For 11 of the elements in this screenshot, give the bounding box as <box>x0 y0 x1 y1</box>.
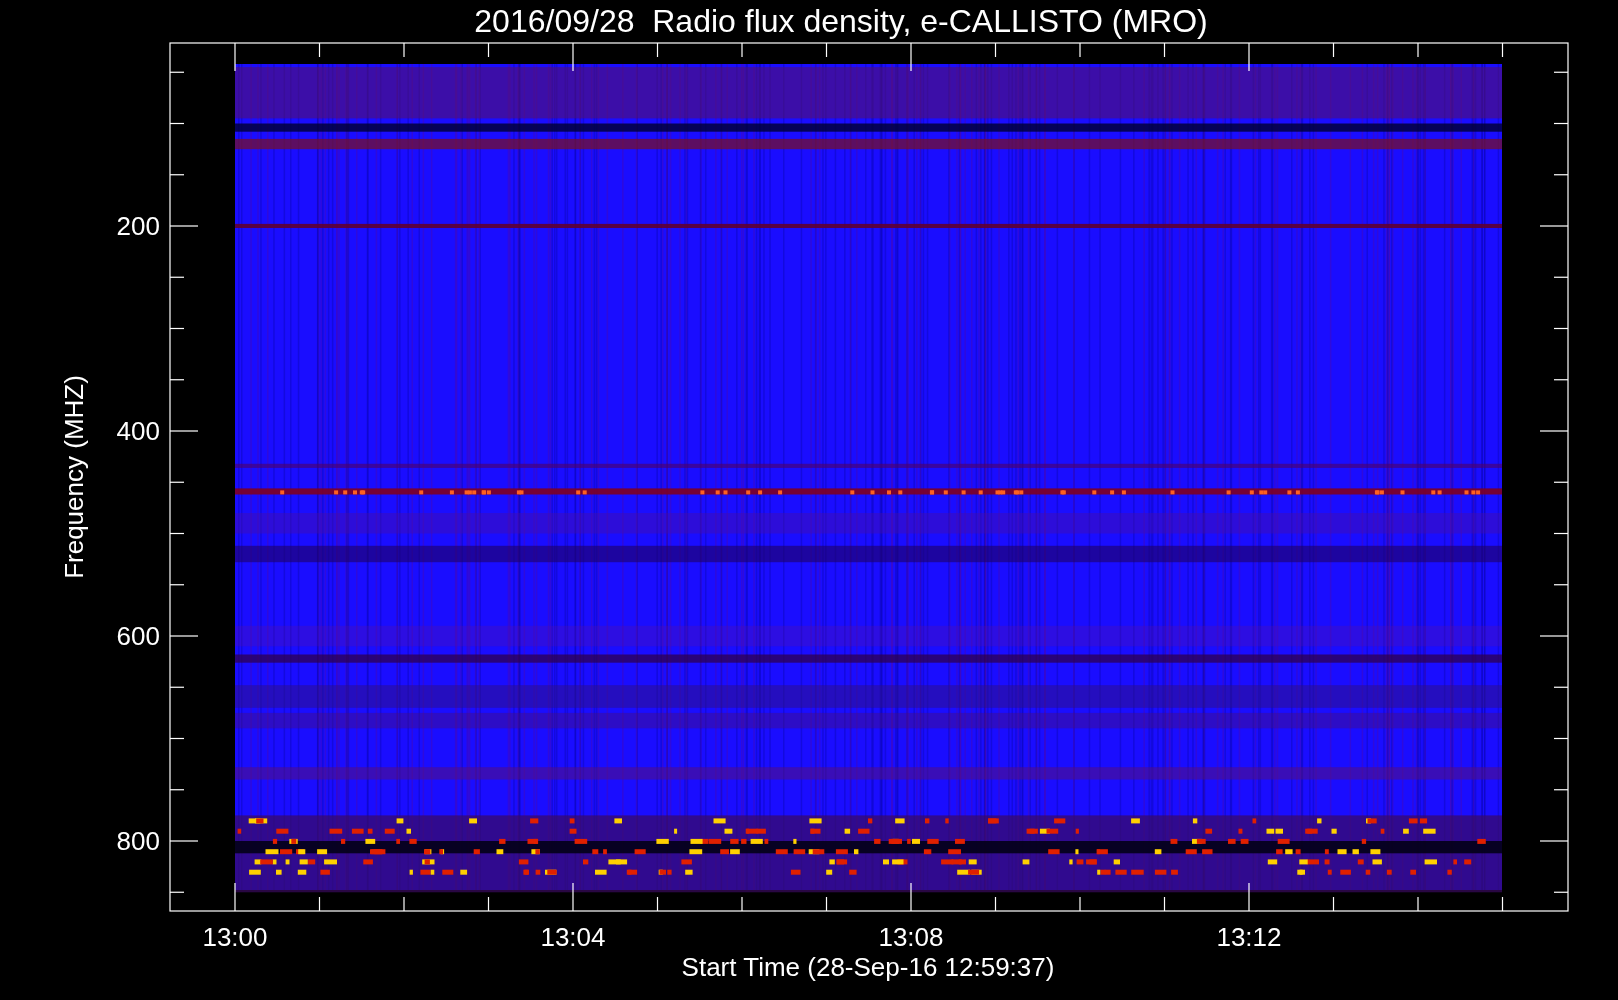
y-tick-label: 400 <box>116 416 160 446</box>
x-tick-label: 13:00 <box>202 922 268 952</box>
x-tick-label: 13:08 <box>878 922 944 952</box>
chart-title: 2016/09/28 Radio flux density, e-CALLISTO (MRO) <box>474 3 1208 39</box>
y-tick-label: 200 <box>116 211 160 241</box>
x-axis-label: Start Time (28-Sep-16 12:59:37) <box>681 952 1055 982</box>
x-tick-label: 13:04 <box>540 922 606 952</box>
x-tick-label: 13:12 <box>1216 922 1282 952</box>
y-tick-label: 600 <box>116 621 160 651</box>
y-axis-label: Frequency (MHZ) <box>59 375 89 579</box>
y-tick-label: 800 <box>116 826 160 856</box>
